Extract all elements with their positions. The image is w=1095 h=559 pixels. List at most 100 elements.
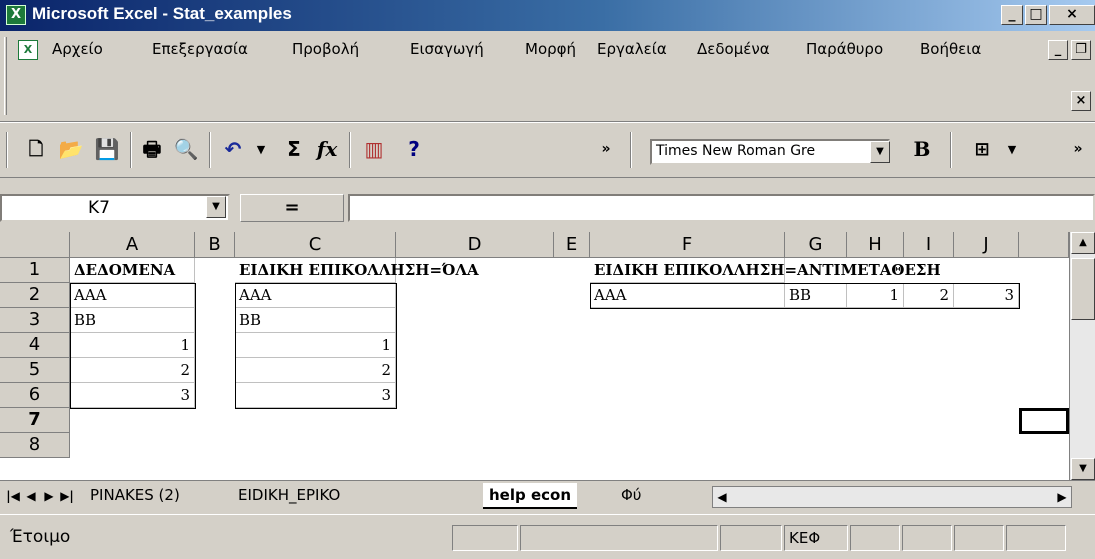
cell-a3[interactable]: BB [70,308,195,333]
workbook-restore-button[interactable]: ❐ [1071,40,1091,60]
help-icon[interactable]: ? [400,136,428,164]
menu-edit[interactable]: Επεξεργασία [152,40,248,58]
close-button[interactable]: × [1049,5,1095,25]
formula-input[interactable] [348,194,1095,222]
column-header-k[interactable] [1019,232,1069,258]
undo-dropdown-icon[interactable]: ▼ [247,136,275,164]
worksheet-grid[interactable]: A B C D E F G H I J 1 2 3 4 5 6 7 8 ΔΕΔΟ… [0,232,1095,480]
undo-icon[interactable]: ↶ [219,136,247,164]
cell-c1[interactable]: ΕΙΔΙΚΗ ΕΠΙΚΟΛΛΗΣΗ=ΌΛΑ [235,258,479,283]
font-dropdown-icon[interactable]: ▼ [870,141,890,163]
next-sheet-icon[interactable]: ▶ [40,486,58,506]
menu-tools[interactable]: Εργαλεία [597,40,667,58]
column-header-i[interactable]: I [904,232,954,258]
cell-c4[interactable]: 1 [235,333,396,358]
column-header-b[interactable]: B [195,232,235,258]
first-sheet-icon[interactable]: |◀ [4,486,22,506]
cell-c2[interactable]: AAA [235,283,396,308]
autosum-button[interactable]: Σ [280,136,308,164]
workbook-minimize-button[interactable]: _ [1048,40,1068,60]
column-header-e[interactable]: E [554,232,590,258]
cell-c5[interactable]: 2 [235,358,396,383]
status-panel [954,525,1004,551]
minimize-button[interactable]: _ [1001,5,1023,25]
row-header-6[interactable]: 6 [0,383,70,408]
cell-g2[interactable]: BB [785,283,847,308]
print-preview-icon[interactable]: 🔍 [172,136,200,164]
cell-h2[interactable]: 1 [847,283,904,308]
borders-dropdown-icon[interactable]: ▼ [998,136,1026,164]
menu-view[interactable]: Προβολή [292,40,359,58]
menu-data[interactable]: Δεδομένα [697,40,770,58]
row-header-8[interactable]: 8 [0,433,70,458]
cell-a5[interactable]: 2 [70,358,195,383]
chart-wizard-icon[interactable]: ▥ [360,136,388,164]
cell-a4[interactable]: 1 [70,333,195,358]
status-panel [902,525,952,551]
cell-a1[interactable]: ΔΕΔΟΜΕΝΑ [70,258,195,283]
borders-icon[interactable]: ⊞ [968,136,996,164]
name-box[interactable]: K7 [0,194,230,222]
menu-file[interactable]: Αρχείο [52,40,103,58]
scroll-right-icon[interactable]: ▶ [1053,487,1071,507]
last-sheet-icon[interactable]: ▶| [58,486,76,506]
prev-sheet-icon[interactable]: ◀ [22,486,40,506]
select-all-corner[interactable] [0,232,70,258]
more-buttons-icon[interactable]: » [592,136,620,164]
workbook-icon[interactable]: X [18,40,38,60]
new-icon[interactable]: 🗋 [22,136,50,164]
cell-c3[interactable]: BB [235,308,396,333]
bold-button[interactable]: B [908,136,936,164]
row-header-2[interactable]: 2 [0,283,70,308]
sheet-tab-pinakes[interactable]: PINAKES (2) [84,483,186,509]
toolbar-grip[interactable] [630,132,632,168]
row-header-1[interactable]: 1 [0,258,70,283]
column-header-h[interactable]: H [847,232,904,258]
sheet-tab-eidikh-epiko[interactable]: EIDIKH_EPIKO [232,483,346,509]
scroll-down-icon[interactable]: ▼ [1071,458,1095,480]
cell-c6[interactable]: 3 [235,383,396,408]
horizontal-scrollbar[interactable]: ◀ ▶ [712,486,1072,508]
toolbar-grip[interactable] [6,132,8,168]
menu-help[interactable]: Βοήθεια [920,40,981,58]
column-header-f[interactable]: F [590,232,785,258]
workbook-close-button[interactable]: × [1071,91,1091,111]
row-header-5[interactable]: 5 [0,358,70,383]
cell-j2[interactable]: 3 [954,283,1019,308]
menu-window[interactable]: Παράθυρο [806,40,883,58]
scroll-left-icon[interactable]: ◀ [713,487,731,507]
cell-a6[interactable]: 3 [70,383,195,408]
row-header-7[interactable]: 7 [0,408,70,433]
column-header-g[interactable]: G [785,232,847,258]
function-button[interactable]: fx [313,136,341,164]
excel-icon[interactable]: X [6,5,26,25]
save-icon[interactable]: 💾 [93,136,121,164]
cell-f2[interactable]: AAA [590,283,785,308]
row-header-3[interactable]: 3 [0,308,70,333]
edit-formula-button[interactable]: = [240,194,344,222]
menu-format[interactable]: Μορφή [525,40,576,58]
sheet-tab-help-econ[interactable]: help econ [483,483,578,509]
scroll-up-icon[interactable]: ▲ [1071,232,1095,254]
column-header-j[interactable]: J [954,232,1019,258]
cell-i2[interactable]: 2 [904,283,954,308]
active-cell-k7[interactable] [1019,408,1069,434]
row-header-4[interactable]: 4 [0,333,70,358]
open-icon[interactable]: 📂 [57,136,85,164]
vertical-scrollbar[interactable]: ▲ ▼ [1069,232,1095,480]
font-name-field[interactable]: Times New Roman Gre [650,139,890,165]
column-header-d[interactable]: D [396,232,554,258]
toolbar-separator [209,132,211,168]
column-header-a[interactable]: A [70,232,195,258]
menu-insert[interactable]: Εισαγωγή [410,40,484,58]
scroll-thumb[interactable] [1071,258,1095,320]
sheet-tab-fy[interactable]: Φύ [615,483,648,509]
maximize-button[interactable]: □ [1025,5,1047,25]
column-header-c[interactable]: C [235,232,396,258]
print-icon[interactable]: 🖶 [138,136,166,164]
cell-a2[interactable]: AAA [70,283,195,308]
cell-f1[interactable]: ΕΙΔΙΚΗ ΕΠΙΚΟΛΛΗΣΗ=ΑΝΤΙΜΕΤΑΘΕΣΗ [590,258,941,283]
menu-grip[interactable] [4,37,7,115]
more-buttons-icon[interactable]: » [1064,136,1092,164]
name-box-dropdown-icon[interactable]: ▼ [206,196,226,218]
